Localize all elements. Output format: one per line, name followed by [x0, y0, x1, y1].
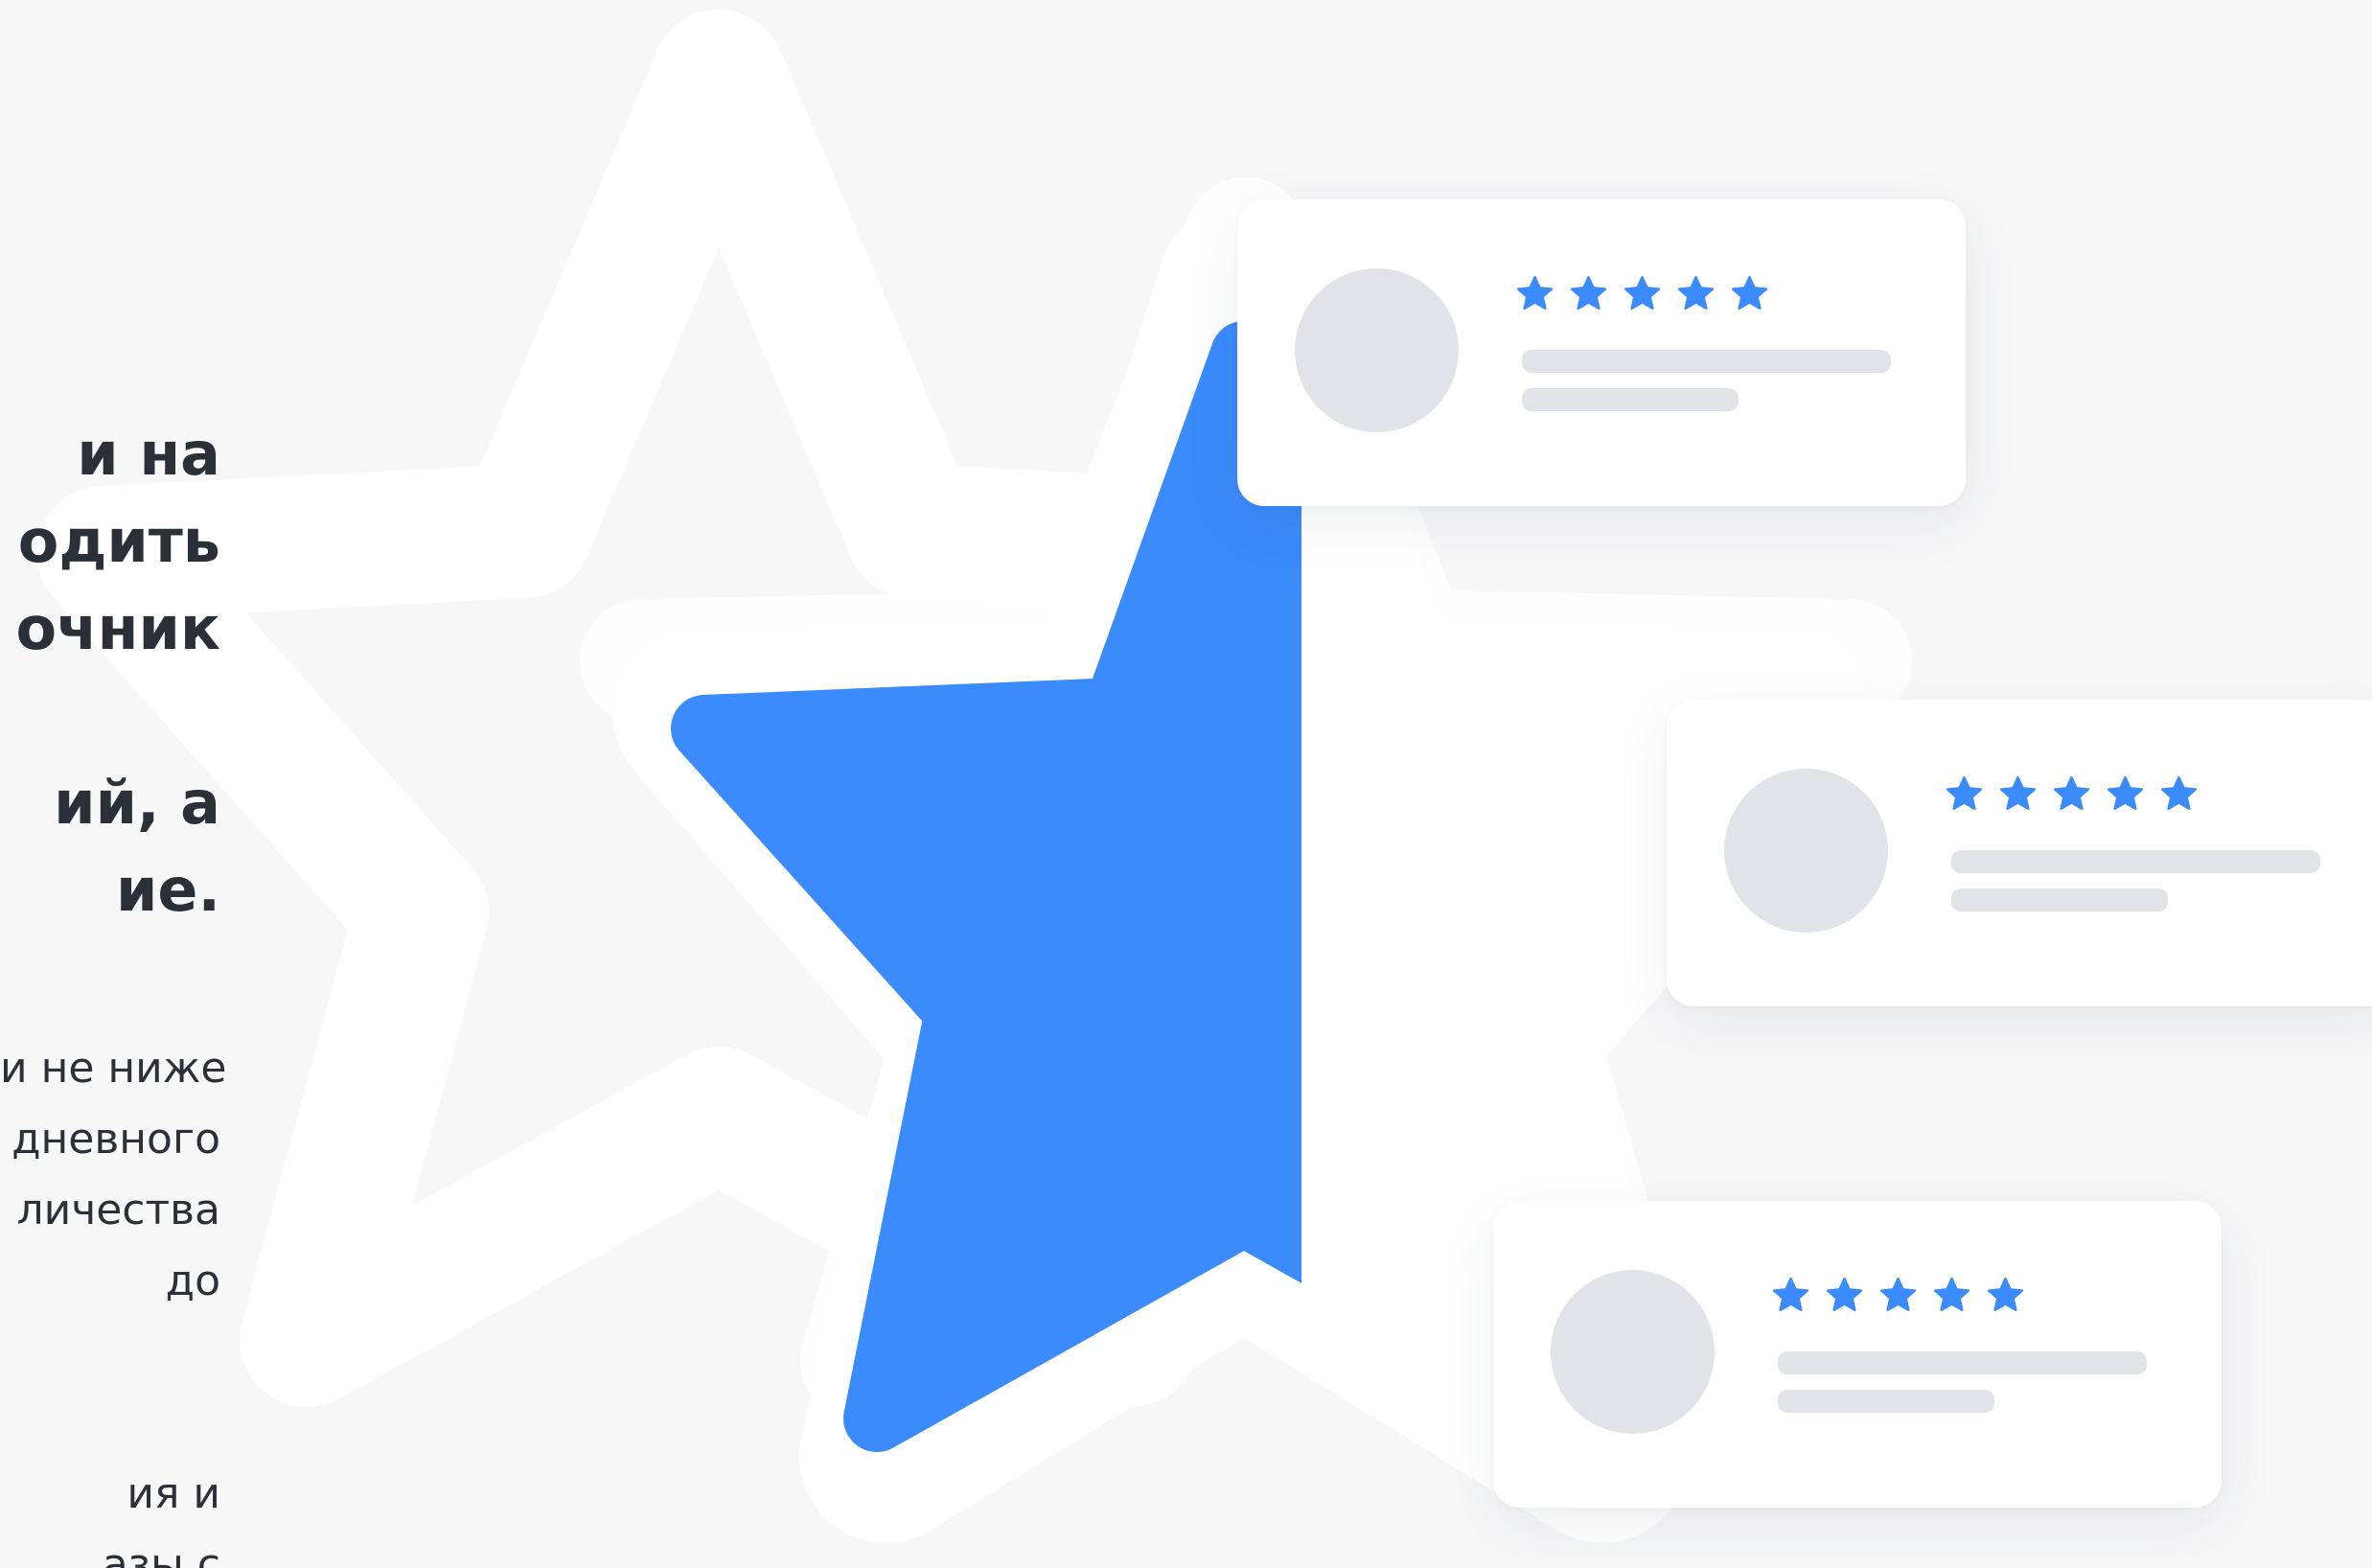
description-line-2: дневного — [12, 1115, 220, 1164]
description-line-3: личества — [16, 1186, 220, 1234]
description-spacer — [0, 1317, 220, 1459]
headline-line-6: ие. — [115, 855, 220, 925]
headline-line-2: одить — [17, 506, 220, 576]
description-line-6: азы с — [102, 1540, 220, 1568]
review-text-placeholder — [1951, 888, 2168, 911]
star-icon — [1878, 1276, 1918, 1315]
hero-section: и на одить очник ий, а ие. и не ниже дне… — [0, 0, 2372, 1568]
star-icon — [1945, 774, 1984, 814]
review-text-placeholder — [1522, 388, 1739, 411]
star-icon — [1986, 1276, 2025, 1315]
headline-line-3: очник — [15, 593, 220, 663]
avatar-placeholder — [1724, 769, 1888, 933]
review-text-placeholder — [1778, 1390, 1994, 1413]
review-text-placeholder — [1951, 850, 2320, 873]
review-text-placeholder — [1522, 350, 1891, 373]
description-line-1: и не ниже — [0, 1044, 227, 1093]
star-rating — [1945, 774, 2199, 814]
star-icon — [1932, 1276, 1971, 1315]
description-line-4: до — [165, 1257, 220, 1305]
star-rating — [1771, 1276, 2025, 1315]
description-line-5: ия и — [127, 1469, 220, 1518]
review-card-2 — [1667, 700, 2372, 1006]
star-icon — [1623, 274, 1662, 313]
star-icon — [1730, 274, 1769, 313]
headline-line-4 — [0, 672, 220, 759]
avatar-placeholder — [1295, 268, 1459, 432]
star-icon — [1771, 1276, 1810, 1315]
headline-line-5: ий, а — [54, 768, 220, 838]
star-icon — [2159, 774, 2199, 814]
headline-line-1: и на — [77, 419, 220, 489]
star-icon — [1515, 274, 1554, 313]
review-text-placeholder — [1778, 1351, 2147, 1374]
headline: и на одить очник ий, а ие. — [0, 410, 220, 934]
avatar-placeholder — [1551, 1270, 1715, 1434]
star-icon — [2106, 774, 2145, 814]
star-icon — [1569, 274, 1608, 313]
star-icon — [1676, 274, 1716, 313]
review-card-3 — [1493, 1201, 2222, 1508]
star-icon — [2052, 774, 2091, 814]
star-icon — [1998, 774, 2038, 814]
star-icon — [1825, 1276, 1864, 1315]
description: и не ниже дневного личества до ия и азы … — [0, 1033, 227, 1568]
review-card-1 — [1237, 199, 1966, 506]
star-rating — [1515, 274, 1769, 313]
